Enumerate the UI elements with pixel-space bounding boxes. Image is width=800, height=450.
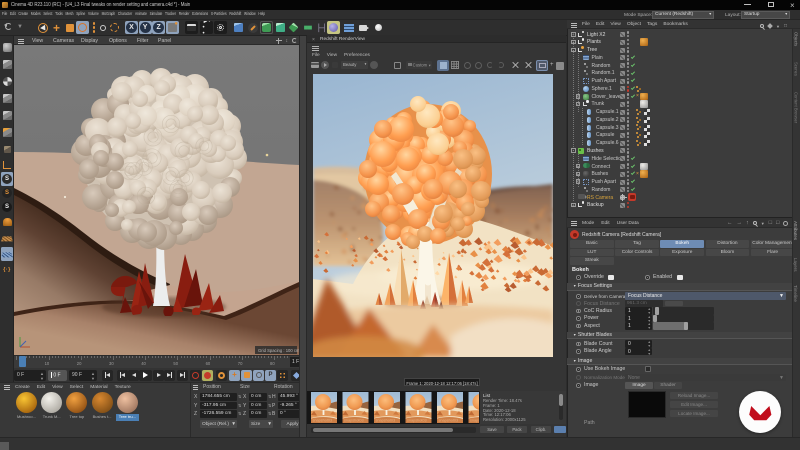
svg-text:Grid Spacing : 100 cm: Grid Spacing : 100 cm bbox=[258, 348, 299, 353]
